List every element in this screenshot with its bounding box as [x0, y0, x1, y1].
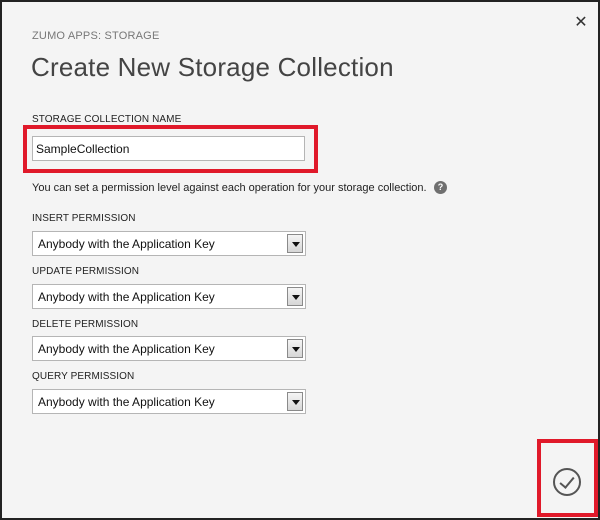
update-permission-value: Anybody with the Application Key: [38, 290, 215, 304]
insert-permission-value: Anybody with the Application Key: [38, 237, 215, 251]
update-permission-select[interactable]: Anybody with the Application Key: [32, 284, 306, 309]
chevron-down-icon[interactable]: [287, 339, 303, 358]
query-permission-label: QUERY PERMISSION: [32, 371, 135, 382]
create-storage-collection-dialog: ✕ ZUMO APPS: STORAGE Create New Storage …: [0, 0, 600, 520]
chevron-down-icon[interactable]: [287, 234, 303, 253]
update-permission-label: UPDATE PERMISSION: [32, 266, 140, 277]
chevron-down-icon[interactable]: [287, 287, 303, 306]
checkmark-icon[interactable]: [553, 468, 581, 496]
dialog-subtitle: ZUMO APPS: STORAGE: [32, 30, 160, 42]
close-icon[interactable]: ✕: [572, 14, 590, 32]
collection-name-label: STORAGE COLLECTION NAME: [32, 114, 182, 125]
insert-permission-label: INSERT PERMISSION: [32, 213, 136, 224]
delete-permission-label: DELETE PERMISSION: [32, 319, 139, 330]
chevron-down-icon[interactable]: [287, 392, 303, 411]
query-permission-select[interactable]: Anybody with the Application Key: [32, 389, 306, 414]
query-permission-value: Anybody with the Application Key: [38, 395, 215, 409]
help-icon[interactable]: ?: [434, 181, 447, 194]
permission-info-text: You can set a permission level against e…: [32, 182, 427, 194]
delete-permission-value: Anybody with the Application Key: [38, 342, 215, 356]
collection-name-input[interactable]: [32, 136, 305, 161]
dialog-title: Create New Storage Collection: [31, 52, 394, 82]
insert-permission-select[interactable]: Anybody with the Application Key: [32, 231, 306, 256]
delete-permission-select[interactable]: Anybody with the Application Key: [32, 336, 306, 361]
